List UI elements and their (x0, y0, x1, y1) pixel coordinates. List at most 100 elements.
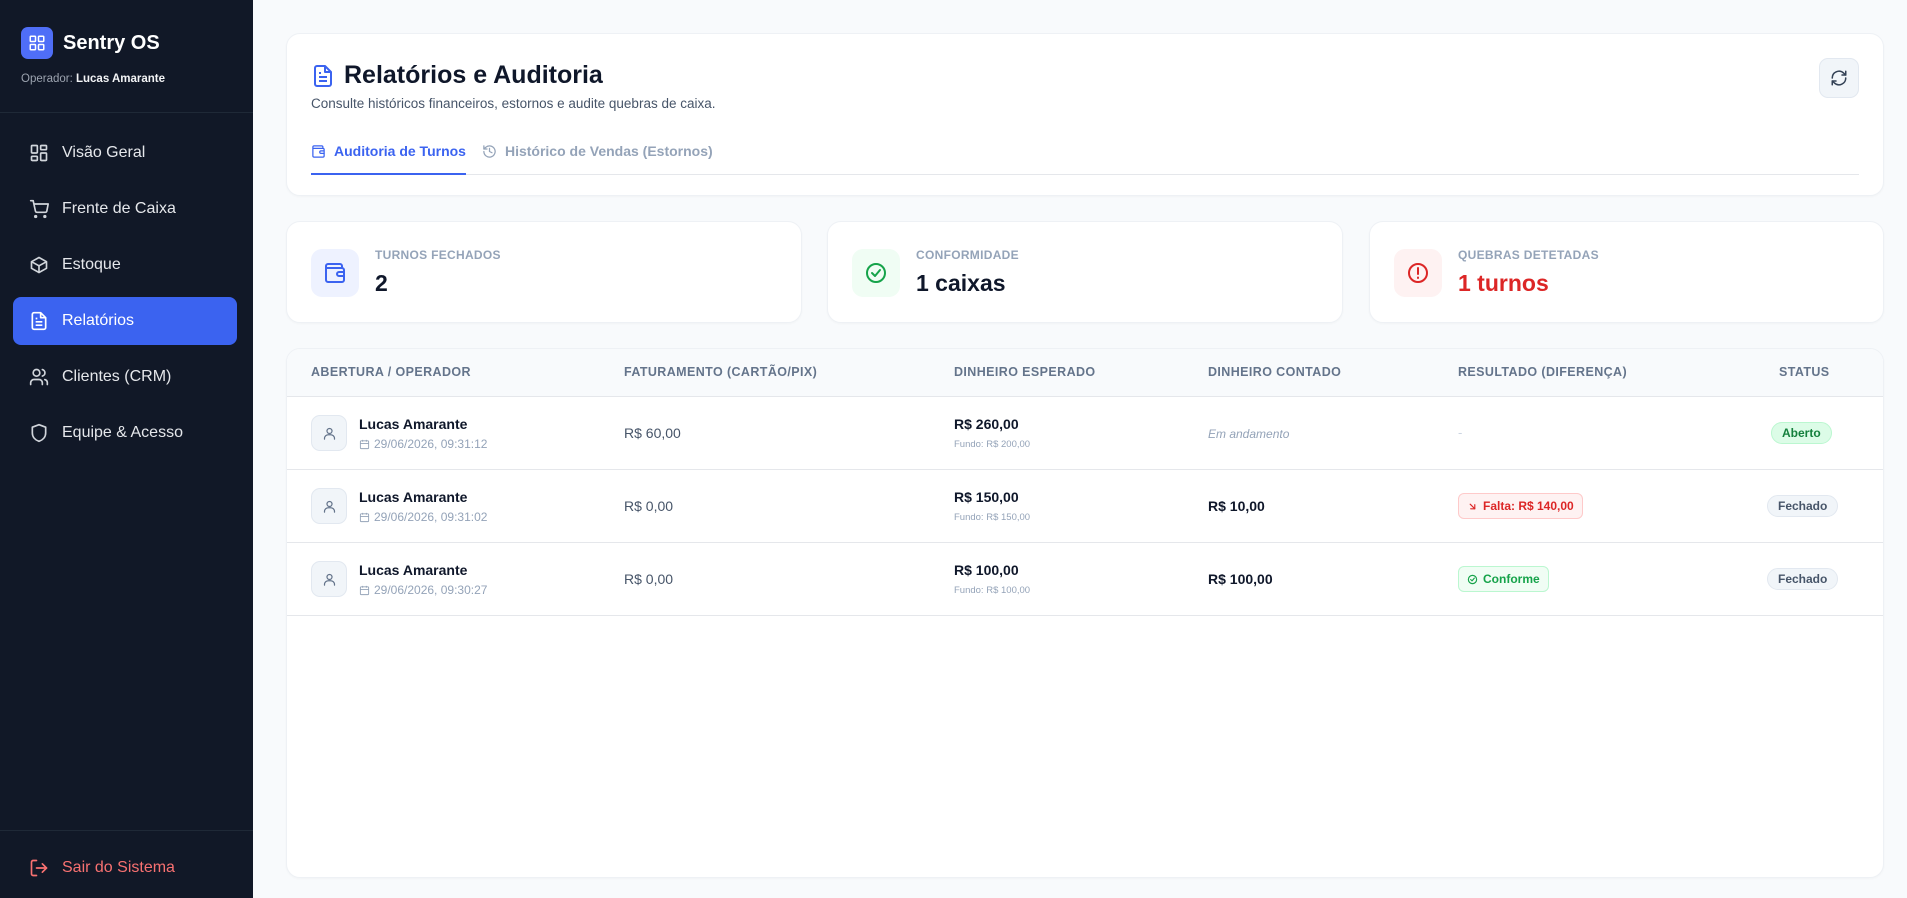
operator-name: Lucas Amarante (75, 73, 166, 85)
cart-icon (29, 199, 49, 219)
wallet-icon (311, 249, 359, 297)
grid-icon (30, 144, 48, 162)
result-value: - (1458, 425, 1463, 440)
sidebar-item-relatorios[interactable]: Relatórios (13, 297, 237, 345)
column-header: FATURAMENTO (CARTÃO/PIX) (624, 365, 818, 379)
user-icon (311, 415, 347, 451)
calendar-icon (359, 512, 370, 522)
conform-badge: Conforme (1458, 566, 1549, 592)
date-text: 29/06/2026, 09:31:02 (374, 510, 488, 524)
stat-label: TURNOS FECHADOS (375, 248, 501, 262)
counted-cash: R$ 10,00 (1208, 498, 1265, 514)
sidebar-item-label: Frente de Caixa (62, 200, 176, 217)
sidebar-item-frente-de-caixa[interactable]: Frente de Caixa (13, 185, 237, 233)
tab-historico-vendas[interactable]: Histórico de Vendas (Estornos) (482, 137, 713, 175)
grid-logo-icon (21, 27, 53, 59)
brand-name: Sentry OS (63, 31, 160, 54)
operator-name: Lucas Amarante (359, 562, 468, 578)
opening-fund: Fundo: R$ 150,00 (954, 512, 1031, 523)
divider (0, 830, 253, 831)
sidebar-item-label: Relatórios (62, 312, 135, 329)
revenue-value: R$ 0,00 (624, 571, 674, 587)
header-card: Relatórios e Auditoria Consulte históric… (286, 33, 1884, 196)
users-icon (29, 368, 49, 386)
column-header: STATUS (1779, 365, 1830, 379)
counted-cash: Em andamento (1208, 427, 1290, 441)
sidebar-item-equipe-acesso[interactable]: Equipe & Acesso (13, 409, 237, 457)
stat-value: 1 turnos (1458, 270, 1549, 296)
operator-info: Operador: Lucas Amarante (0, 59, 253, 85)
page-title-row: Relatórios e Auditoria (311, 61, 603, 90)
stat-value: 2 (375, 270, 388, 296)
tab-auditoria-turnos[interactable]: Auditoria de Turnos (311, 137, 466, 175)
user-icon (311, 488, 347, 524)
sidebar-item-visao-geral[interactable]: Visão Geral (13, 129, 237, 177)
column-header: DINHEIRO ESPERADO (954, 365, 1096, 379)
history-icon (483, 145, 496, 158)
stat-label: QUEBRAS DETETADAS (1458, 248, 1599, 262)
expected-cash: R$ 150,00 (954, 489, 1019, 505)
page-title: Relatórios e Auditoria (344, 61, 603, 89)
logout-label: Sair do Sistema (62, 859, 175, 876)
sidebar-item-estoque[interactable]: Estoque (13, 241, 237, 289)
status-badge: Fechado (1767, 568, 1839, 590)
calendar-icon (359, 439, 370, 449)
stat-card-conformidade: CONFORMIDADE 1 caixas (827, 221, 1343, 323)
wallet-icon (312, 145, 325, 158)
shield-icon (31, 423, 47, 443)
sidebar-item-clientes[interactable]: Clientes (CRM) (13, 353, 237, 401)
sidebar-nav: Visão Geral Frente de Caixa Estoque Rela… (13, 129, 237, 465)
sidebar-item-label: Visão Geral (62, 144, 146, 161)
operator-name: Lucas Amarante (359, 416, 468, 432)
opening-fund: Fundo: R$ 200,00 (954, 439, 1031, 450)
table-row[interactable]: Lucas Amarante 29/06/2026, 09:30:27 R$ 0… (287, 543, 1883, 616)
column-header: DINHEIRO CONTADO (1208, 365, 1342, 379)
calendar-icon (359, 585, 370, 595)
box-icon (30, 256, 48, 274)
stat-card-quebras: QUEBRAS DETETADAS 1 turnos (1369, 221, 1884, 323)
table-row[interactable]: Lucas Amarante 29/06/2026, 09:31:12 R$ 6… (287, 397, 1883, 470)
sidebar-item-label: Equipe & Acesso (62, 424, 183, 441)
tab-label: Histórico de Vendas (Estornos) (504, 143, 713, 159)
expected-cash: R$ 260,00 (954, 416, 1019, 432)
sidebar: Sentry OS Operador: Lucas Amarante Visão… (0, 0, 253, 898)
counted-cash: R$ 100,00 (1208, 571, 1273, 587)
divider (0, 112, 253, 113)
column-header: ABERTURA / OPERADOR (311, 365, 471, 379)
shortage-badge: Falta: R$ 140,00 (1458, 493, 1583, 519)
brand: Sentry OS (0, 0, 253, 59)
column-header: RESULTADO (DIFERENÇA) (1458, 365, 1628, 379)
revenue-value: R$ 0,00 (624, 498, 674, 514)
logout-button[interactable]: Sair do Sistema (29, 858, 175, 878)
logout-icon (30, 859, 48, 877)
status-badge: Fechado (1767, 495, 1839, 517)
shifts-table: ABERTURA / OPERADOR FATURAMENTO (CARTÃO/… (286, 348, 1884, 878)
tab-label: Auditoria de Turnos (334, 143, 466, 159)
result-value: Falta: R$ 140,00 (1483, 499, 1574, 513)
table-row[interactable]: Lucas Amarante 29/06/2026, 09:31:02 R$ 0… (287, 470, 1883, 543)
document-icon (31, 311, 47, 331)
user-icon (311, 561, 347, 597)
shift-date: 29/06/2026, 09:31:12 (359, 437, 487, 451)
refresh-button[interactable] (1819, 58, 1859, 98)
check-circle-icon (1467, 574, 1478, 584)
check-circle-icon (852, 249, 900, 297)
arrow-down-right-icon (1469, 503, 1476, 509)
stat-value: 1 caixas (916, 270, 1006, 296)
result-value: Conforme (1483, 572, 1540, 586)
operator-name: Lucas Amarante (359, 489, 468, 505)
status-badge: Aberto (1771, 422, 1832, 444)
page-subtitle: Consulte históricos financeiros, estorno… (311, 96, 716, 111)
shift-date: 29/06/2026, 09:31:02 (359, 510, 487, 524)
alert-circle-icon (1394, 249, 1442, 297)
sidebar-item-label: Estoque (62, 256, 121, 273)
revenue-value: R$ 60,00 (624, 425, 681, 441)
expected-cash: R$ 100,00 (954, 562, 1019, 578)
tab-bar: Auditoria de Turnos Histórico de Vendas … (311, 137, 1859, 175)
sidebar-item-label: Clientes (CRM) (62, 368, 172, 385)
stat-label: CONFORMIDADE (916, 248, 1019, 262)
operator-label: Operador: (21, 73, 73, 85)
date-text: 29/06/2026, 09:31:12 (374, 437, 488, 451)
date-text: 29/06/2026, 09:30:27 (374, 583, 488, 597)
refresh-icon (1831, 70, 1847, 86)
